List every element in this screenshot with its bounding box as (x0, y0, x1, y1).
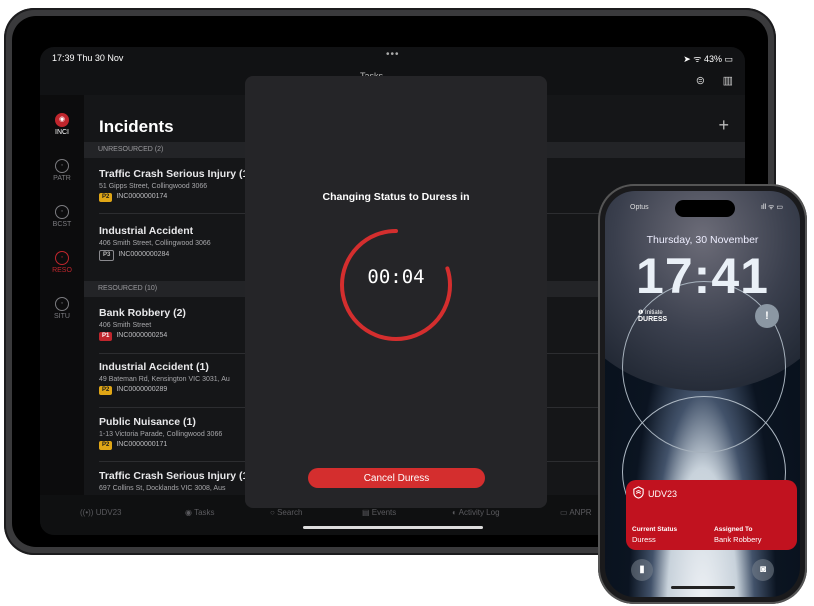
assigned-value: Bank Robbery (714, 535, 762, 544)
widget-value: DURESS (638, 316, 668, 323)
activity-app-name: UDV23 (648, 489, 678, 499)
multitask-dots-icon[interactable]: ••• (386, 49, 400, 60)
priority-badge: P2 (99, 386, 113, 395)
lock-screen-date: Thursday, 30 November (646, 234, 759, 246)
tab-search[interactable]: ○ Search (270, 508, 302, 517)
tab-tasks[interactable]: ◉ Tasks (185, 508, 215, 517)
activity-icon: ◐ (452, 508, 457, 517)
priority-badge: P1 (99, 332, 113, 341)
tab-udv23[interactable]: ((•)) UDV23 (80, 508, 122, 517)
iphone-lock-screen: Optus ıll ᯤ ▭ Thursday, 30 November 17:4… (605, 191, 800, 597)
sidebar-item-reso[interactable]: ◦ RESO (40, 251, 84, 274)
incident-id: INC0000000284 (118, 251, 170, 258)
home-indicator (303, 526, 483, 529)
priority-badge: P2 (99, 441, 113, 450)
page-title: Incidents (99, 117, 174, 136)
tab-activity-log[interactable]: ◐ Activity Log (452, 508, 500, 517)
countdown-timer: 00:04 (367, 266, 425, 288)
home-indicator (671, 586, 735, 589)
cancel-duress-button[interactable]: Cancel Duress (308, 468, 485, 488)
sidebar: ◉ INCI ◦ PATR ◦ BCST ◦ RESO ◦ SITU (40, 95, 84, 495)
status-label: Current Status (632, 526, 678, 533)
lock-screen-time: 17:41 (636, 248, 769, 304)
phone-status-icons: ıll ᯤ ▭ (761, 204, 783, 211)
events-icon: ▤ (362, 508, 370, 517)
live-activity-card[interactable]: UDV23 Current Status Duress Assigned To … (626, 480, 797, 550)
alert-icon[interactable]: ! (755, 304, 779, 328)
resource-icon: ◦ (55, 251, 69, 265)
search-icon: ○ (270, 508, 275, 517)
patrol-icon: ◦ (55, 159, 69, 173)
add-incident-button[interactable]: + (718, 115, 729, 136)
status-time: 17:39 Thu 30 Nov (52, 53, 124, 63)
widget-label: ❶ Initiate (638, 310, 663, 316)
status-bar: 17:39 Thu 30 Nov ••• ➤ ᯤ 43% ▭ (40, 47, 745, 67)
filter-icon[interactable]: ⊜ (696, 74, 705, 87)
sidebar-item-bcst[interactable]: ◦ BCST (40, 205, 84, 228)
incident-icon: ◉ (55, 113, 69, 127)
duress-modal: Changing Status to Duress in 00:04 Cance… (245, 76, 547, 508)
app-logo-icon (633, 486, 644, 499)
camera-icon[interactable]: ◙ (752, 559, 774, 581)
status-value: Duress (632, 535, 656, 544)
dynamic-island (675, 200, 735, 217)
radio-icon: ((•)) (80, 508, 94, 517)
tasks-icon: ◉ (185, 508, 192, 517)
situation-icon: ◦ (55, 297, 69, 311)
tab-anpr[interactable]: ▭ ANPR (560, 508, 592, 517)
priority-badge: P3 (99, 250, 115, 261)
assigned-label: Assigned To (714, 526, 753, 533)
tab-events[interactable]: ▤ Events (362, 508, 396, 517)
duress-widget[interactable]: ❶ Initiate DURESS (638, 309, 667, 323)
broadcast-icon: ◦ (55, 205, 69, 219)
carrier-label: Optus (630, 204, 649, 211)
sidebar-item-situ[interactable]: ◦ SITU (40, 297, 84, 320)
sidebar-item-inci[interactable]: ◉ INCI (40, 113, 84, 136)
incident-id: INC0000000171 (116, 441, 168, 448)
anpr-icon: ▭ (560, 508, 568, 517)
status-indicators: ➤ ᯤ 43% ▭ (683, 54, 733, 64)
sidebar-item-patr[interactable]: ◦ PATR (40, 159, 84, 182)
flashlight-icon[interactable]: ▮ (631, 559, 653, 581)
priority-badge: P2 (99, 193, 113, 202)
iphone-device: Optus ıll ᯤ ▭ Thursday, 30 November 17:4… (598, 184, 807, 604)
incident-id: INC0000000254 (116, 332, 168, 339)
map-icon[interactable]: ▥ (723, 74, 733, 87)
incident-id: INC0000000289 (116, 386, 168, 393)
incident-id: INC0000000174 (116, 193, 168, 200)
modal-title: Changing Status to Duress in (322, 191, 470, 203)
